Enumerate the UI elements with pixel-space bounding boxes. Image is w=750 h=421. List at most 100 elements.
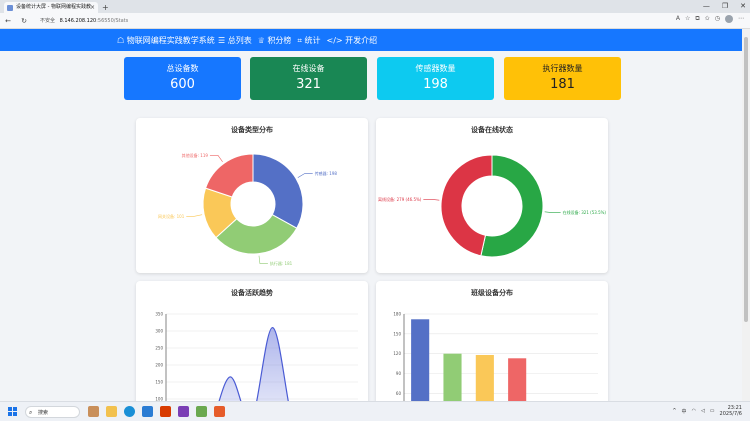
brand-label: 物联网编程实践教学系统 (126, 36, 215, 45)
stat-value: 181 (550, 77, 575, 92)
taskbar-clock[interactable]: 23:21 2025/7/6 (720, 405, 742, 417)
stat-label: 传感器数量 (415, 64, 456, 73)
tray-chevron-icon[interactable]: ^ (672, 408, 676, 414)
app-icon[interactable] (196, 406, 207, 417)
page-scrollbar[interactable] (742, 29, 750, 401)
pie-label-line (297, 173, 313, 178)
stat-label: 执行器数量 (542, 64, 583, 73)
nav-item-list[interactable]: ☰ 总列表 (218, 35, 252, 46)
navbar-brand[interactable]: ☖ 物联网编程实践教学系统 (117, 35, 215, 46)
extensions-icon[interactable]: ⧉ (695, 15, 699, 23)
new-tab-button[interactable]: + (102, 2, 109, 13)
battery-icon[interactable]: ▭ (710, 408, 715, 414)
y-tick-label: 120 (393, 351, 401, 356)
nav-label: 统计 (304, 36, 321, 45)
top-navbar: ☖ 物联网编程实践教学系统 ☰ 总列表 ♕ 积分榜 ⌗ 统计 </> 开发介绍 (0, 29, 742, 51)
stat-value: 198 (423, 77, 448, 92)
url-host: 8.146.208.120 (59, 18, 97, 24)
browser-tab-bar: 设备统计大屏 - 物联网编程实践教 × + — ❐ ✕ (0, 0, 750, 13)
favorite-star-icon[interactable]: ☆ (685, 15, 690, 23)
not-secure-label: 不安全 (40, 18, 56, 24)
y-tick-label: 200 (155, 363, 163, 368)
url-field[interactable]: 不安全 8.146.208.120:56550/Stats (40, 16, 128, 26)
history-icon[interactable]: ◷ (715, 15, 720, 23)
pie-slice-label: 在线设备: 321 (53.5%) (563, 209, 607, 215)
browser-toolbar-icons: A ☆ ⧉ ✩ ◷ ⋯ (676, 15, 744, 23)
maximize-button[interactable]: ❐ (722, 0, 728, 12)
taskbar-search-input[interactable]: ⌕ 搜索 (25, 406, 80, 418)
panel-online-status: 设备在线状态 在线设备: 321 (53.5%) 离线设备: 279 (46.5%… (376, 118, 608, 273)
vscode-icon[interactable] (142, 406, 153, 417)
dashboard-page: ☖ 物联网编程实践教学系统 ☰ 总列表 ♕ 积分榜 ⌗ 统计 </> 开发介绍 … (0, 29, 742, 401)
nav-label: 积分榜 (267, 36, 292, 45)
app-icon[interactable] (214, 406, 225, 417)
file-explorer-icon[interactable] (106, 406, 117, 417)
y-tick-label: 350 (155, 312, 163, 317)
search-icon: ⌕ (29, 409, 33, 416)
volume-icon[interactable]: ◁ (701, 408, 705, 414)
brand-icon: ☖ (117, 36, 127, 45)
minimize-button[interactable]: — (703, 0, 710, 12)
window-controls: — ❐ ✕ (703, 0, 746, 12)
class-distribution-bar-chart: 180150120906030 (393, 312, 598, 401)
back-arrow-icon[interactable]: ← (0, 17, 16, 25)
y-tick-label: 250 (155, 346, 163, 351)
more-menu-icon[interactable]: ⋯ (738, 15, 744, 23)
close-window-button[interactable]: ✕ (740, 0, 746, 12)
stat-label: 在线设备 (292, 64, 325, 73)
stat-card-sensors: 传感器数量 198 (377, 57, 494, 100)
nav-item-stats[interactable]: ⌗ 统计 (297, 35, 320, 46)
read-aloud-icon[interactable]: A (676, 15, 680, 23)
scrollbar-thumb[interactable] (744, 37, 748, 322)
pie-slice-label: 执行器: 181 (270, 260, 293, 266)
stat-value: 321 (296, 77, 321, 92)
navbar-menu: ☰ 总列表 ♕ 积分榜 ⌗ 统计 </> 开发介绍 (218, 35, 377, 46)
pie-slice-label: 其他设备: 119 (182, 152, 209, 158)
nav-label: 开发介绍 (345, 36, 378, 45)
tab-close-icon[interactable]: × (90, 2, 95, 13)
stat-card-online: 在线设备 321 (250, 57, 367, 100)
stat-value: 600 (170, 77, 195, 92)
system-tray: ^ 中 ◠ ◁ ▭ 23:21 2025/7/6 (672, 405, 742, 417)
pie-slice-label: 离线设备: 279 (46.5%) (378, 196, 422, 202)
y-tick-label: 300 (155, 329, 163, 334)
windows-taskbar: ⌕ 搜索 ^ 中 ◠ ◁ ▭ 23:21 2025/7/6 (0, 401, 750, 421)
area-fill (219, 327, 289, 401)
bar-0 (411, 319, 430, 401)
edge-browser-icon[interactable] (124, 406, 135, 417)
input-method-indicator[interactable]: 中 (682, 408, 687, 415)
office-icon[interactable] (160, 406, 171, 417)
windows-start-icon[interactable] (8, 407, 17, 416)
pie-label-line (544, 211, 561, 213)
bar-2 (475, 354, 494, 401)
search-placeholder: 搜索 (38, 410, 49, 416)
widget-icon[interactable] (88, 406, 99, 417)
clock-date: 2025/7/6 (719, 411, 742, 417)
nav-item-leaderboard[interactable]: ♕ 积分榜 (258, 35, 292, 46)
reload-icon[interactable]: ↻ (16, 17, 32, 25)
panel-class-distribution: 班级设备分布 180150120906030 (376, 281, 608, 401)
nav-item-dev-intro[interactable]: </> 开发介绍 (327, 35, 378, 46)
pie-label-line (258, 255, 268, 264)
browser-tab[interactable]: 设备统计大屏 - 物联网编程实践教 × (4, 2, 98, 13)
wifi-icon[interactable]: ◠ (692, 408, 696, 414)
code-icon: </> (326, 36, 346, 45)
pie-slice-label: 网关设备: 101 (158, 213, 185, 219)
pie-slice-3 (204, 153, 254, 198)
y-tick-label: 150 (393, 331, 401, 336)
activity-trend-area-chart: 35030025020015010050 (155, 312, 358, 401)
favorites-icon[interactable]: ✩ (705, 15, 710, 23)
stat-card-total: 总设备数 600 (124, 57, 241, 100)
visual-studio-icon[interactable] (178, 406, 189, 417)
profile-avatar[interactable] (725, 15, 733, 23)
y-tick-label: 180 (393, 312, 401, 317)
trophy-icon: ♕ (257, 36, 268, 45)
device-type-donut-chart: 传感器: 198 执行器: 181 网关设备: 101 其他设备: 119 (158, 152, 338, 266)
stat-card-actuators: 执行器数量 181 (504, 57, 621, 100)
page-favicon-icon (7, 5, 13, 11)
y-tick-label: 90 (396, 371, 402, 376)
pie-slice-label: 传感器: 198 (315, 170, 338, 176)
pie-label-line (186, 214, 203, 217)
url-path: :56550/Stats (96, 18, 129, 24)
taskbar-apps (88, 406, 225, 417)
